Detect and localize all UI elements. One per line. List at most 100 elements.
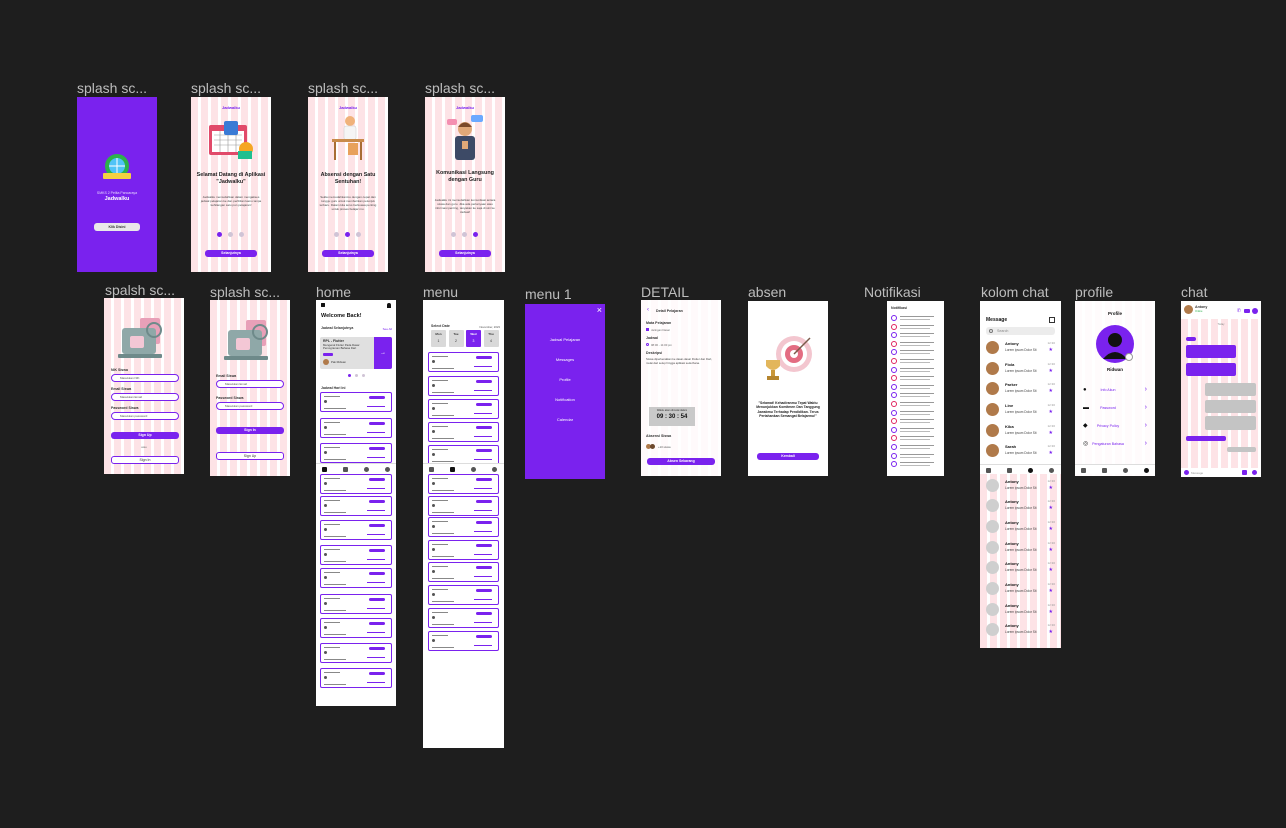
star-icon[interactable]: ★ [1049,369,1053,374]
message-input[interactable]: Message [1191,471,1203,475]
schedule-card[interactable] [428,496,499,516]
star-icon[interactable]: ★ [1049,451,1053,456]
conversation-item[interactable]: Kiba Lorem ipsum Dolor Sit 12:30 ★ [986,422,1055,440]
date-chip[interactable]: Wed 3 [466,330,481,347]
conversation-item[interactable]: Antony Lorem ipsum Dolor Sit 12:30 ★ [986,339,1055,357]
profile-row-privacy[interactable]: ◆ Privacy Policy › [1081,421,1149,431]
drawer-item-schedule[interactable]: Jadwal Pelajaran [525,337,605,342]
notification-item[interactable] [891,332,940,339]
notification-item[interactable] [891,452,940,460]
conversation-item[interactable]: Antony Lorem ipsum Dolor Sit 12:30 ★ [986,559,1055,577]
star-icon[interactable]: ★ [1049,389,1053,394]
conversation-item[interactable]: Line Lorem ipsum Dolor Sit 12:30 ★ [986,401,1055,419]
grid-icon[interactable] [321,303,325,307]
schedule-card[interactable] [320,520,392,540]
attend-now-button[interactable]: Absen Sekarang [647,458,715,465]
password-input[interactable]: Masukkan password [111,412,179,420]
schedule-card[interactable] [320,668,392,688]
schedule-card[interactable] [428,376,499,396]
next-button[interactable]: Selanjutnya [322,250,374,257]
schedule-card[interactable] [320,643,392,663]
schedule-card[interactable] [320,392,392,412]
date-chip[interactable]: Tue 2 [448,330,464,347]
schedule-card[interactable] [428,352,499,372]
nik-input[interactable]: Masukkan NIK [111,374,179,382]
conversation-item[interactable]: Antony Lorem ipsum Dolor Sit 12:30 ★ [986,539,1055,557]
notification-item[interactable] [891,358,940,365]
conversation-item[interactable]: Antony Lorem ipsum Dolor Sit 12:30 ★ [986,601,1055,619]
bell-icon[interactable] [387,303,391,308]
schedule-card[interactable] [428,517,499,537]
conversation-item[interactable]: Fiola Lorem ipsum Dolor Sit 12:30 ★ [986,360,1055,378]
profile-icon[interactable] [492,467,497,472]
date-chip[interactable]: Thu 4 [483,330,499,347]
profile-row-account[interactable]: ● Info Akun › [1081,385,1149,395]
start-button[interactable]: Klik Disini [94,223,140,231]
drawer-item-profile[interactable]: Profile [525,377,605,382]
conversation-item[interactable]: Antony Lorem ipsum Dolor Sit 12:30 ★ [986,580,1055,598]
star-icon[interactable]: ★ [1049,506,1053,511]
home-icon[interactable] [1081,468,1086,473]
email-input[interactable]: Masukkan Email [111,393,179,401]
notification-item[interactable] [891,375,940,382]
chat-icon[interactable] [1123,468,1128,473]
compose-icon[interactable] [1049,317,1055,323]
star-icon[interactable]: ★ [1049,410,1053,415]
schedule-card[interactable] [320,474,392,494]
notification-item[interactable] [891,426,940,434]
calendar-icon[interactable] [450,467,455,472]
star-icon[interactable]: ★ [1049,610,1053,615]
conversation-item[interactable]: Antony Lorem ipsum Dolor Sit 12:30 ★ [986,621,1055,639]
video-icon[interactable] [1244,309,1250,313]
schedule-card[interactable] [428,399,499,419]
notification-item[interactable] [891,323,940,331]
date-chip[interactable]: Mon 1 [431,330,446,347]
profile-icon[interactable] [1049,468,1054,473]
conversation-item[interactable]: Antony Lorem ipsum Dolor Sit 12:30 ★ [986,497,1055,515]
schedule-card[interactable] [428,608,499,628]
profile-icon[interactable] [1144,468,1149,473]
drawer-item-notification[interactable]: Notification [525,397,605,402]
profile-icon[interactable] [385,467,390,472]
calendar-icon[interactable] [1102,468,1107,473]
star-icon[interactable]: ★ [1049,568,1053,573]
drawer-item-messages[interactable]: Messages [525,357,605,362]
emoji-icon[interactable] [1184,470,1189,475]
star-icon[interactable]: ★ [1049,527,1053,532]
notification-item[interactable] [891,435,940,442]
schedule-card[interactable] [428,585,499,605]
close-icon[interactable]: × [597,305,602,315]
schedule-card[interactable] [320,545,392,565]
notification-item[interactable] [891,444,940,451]
next-schedule-card[interactable]: RPL - Flutter Mengenal Flutter Pada Dasa… [320,337,392,369]
signup-link-button[interactable]: Sign Up [216,452,284,460]
back-icon[interactable]: ‹ [647,307,649,313]
back-button[interactable]: Kembali [757,453,819,460]
chat-icon[interactable] [1028,468,1033,473]
phone-icon[interactable]: ✆ [1237,309,1241,314]
schedule-card[interactable] [428,474,499,494]
conversation-item[interactable]: Antony Lorem ipsum Dolor Sit 12:30 ★ [986,477,1055,495]
next-button[interactable]: Selanjutnya [439,250,491,257]
calendar-icon[interactable] [343,467,348,472]
schedule-card[interactable] [428,445,499,465]
conversation-item[interactable]: Parker Lorem ipsum Dolor Sit 12:30 ★ [986,380,1055,398]
signin-button[interactable]: Sign In [216,427,284,434]
schedule-card[interactable] [428,422,499,442]
calendar-icon[interactable] [1007,468,1012,473]
schedule-card[interactable] [320,443,392,463]
home-icon[interactable] [429,467,434,472]
drawer-item-calendar[interactable]: Calendar [525,417,605,422]
schedule-card[interactable] [320,594,392,614]
notification-item[interactable] [891,461,940,468]
notification-item[interactable] [891,409,940,417]
conversation-item[interactable]: Sarah Lorem ipsum Dolor Sit 12:30 ★ [986,442,1055,460]
notification-item[interactable] [891,401,940,408]
star-icon[interactable]: ★ [1049,348,1053,353]
home-icon[interactable] [986,468,991,473]
star-icon[interactable]: ★ [1049,486,1053,491]
mic-icon[interactable] [1252,470,1257,475]
signup-button[interactable]: Sign Up [111,432,179,439]
info-icon[interactable] [1252,308,1258,314]
notification-item[interactable] [891,392,940,399]
